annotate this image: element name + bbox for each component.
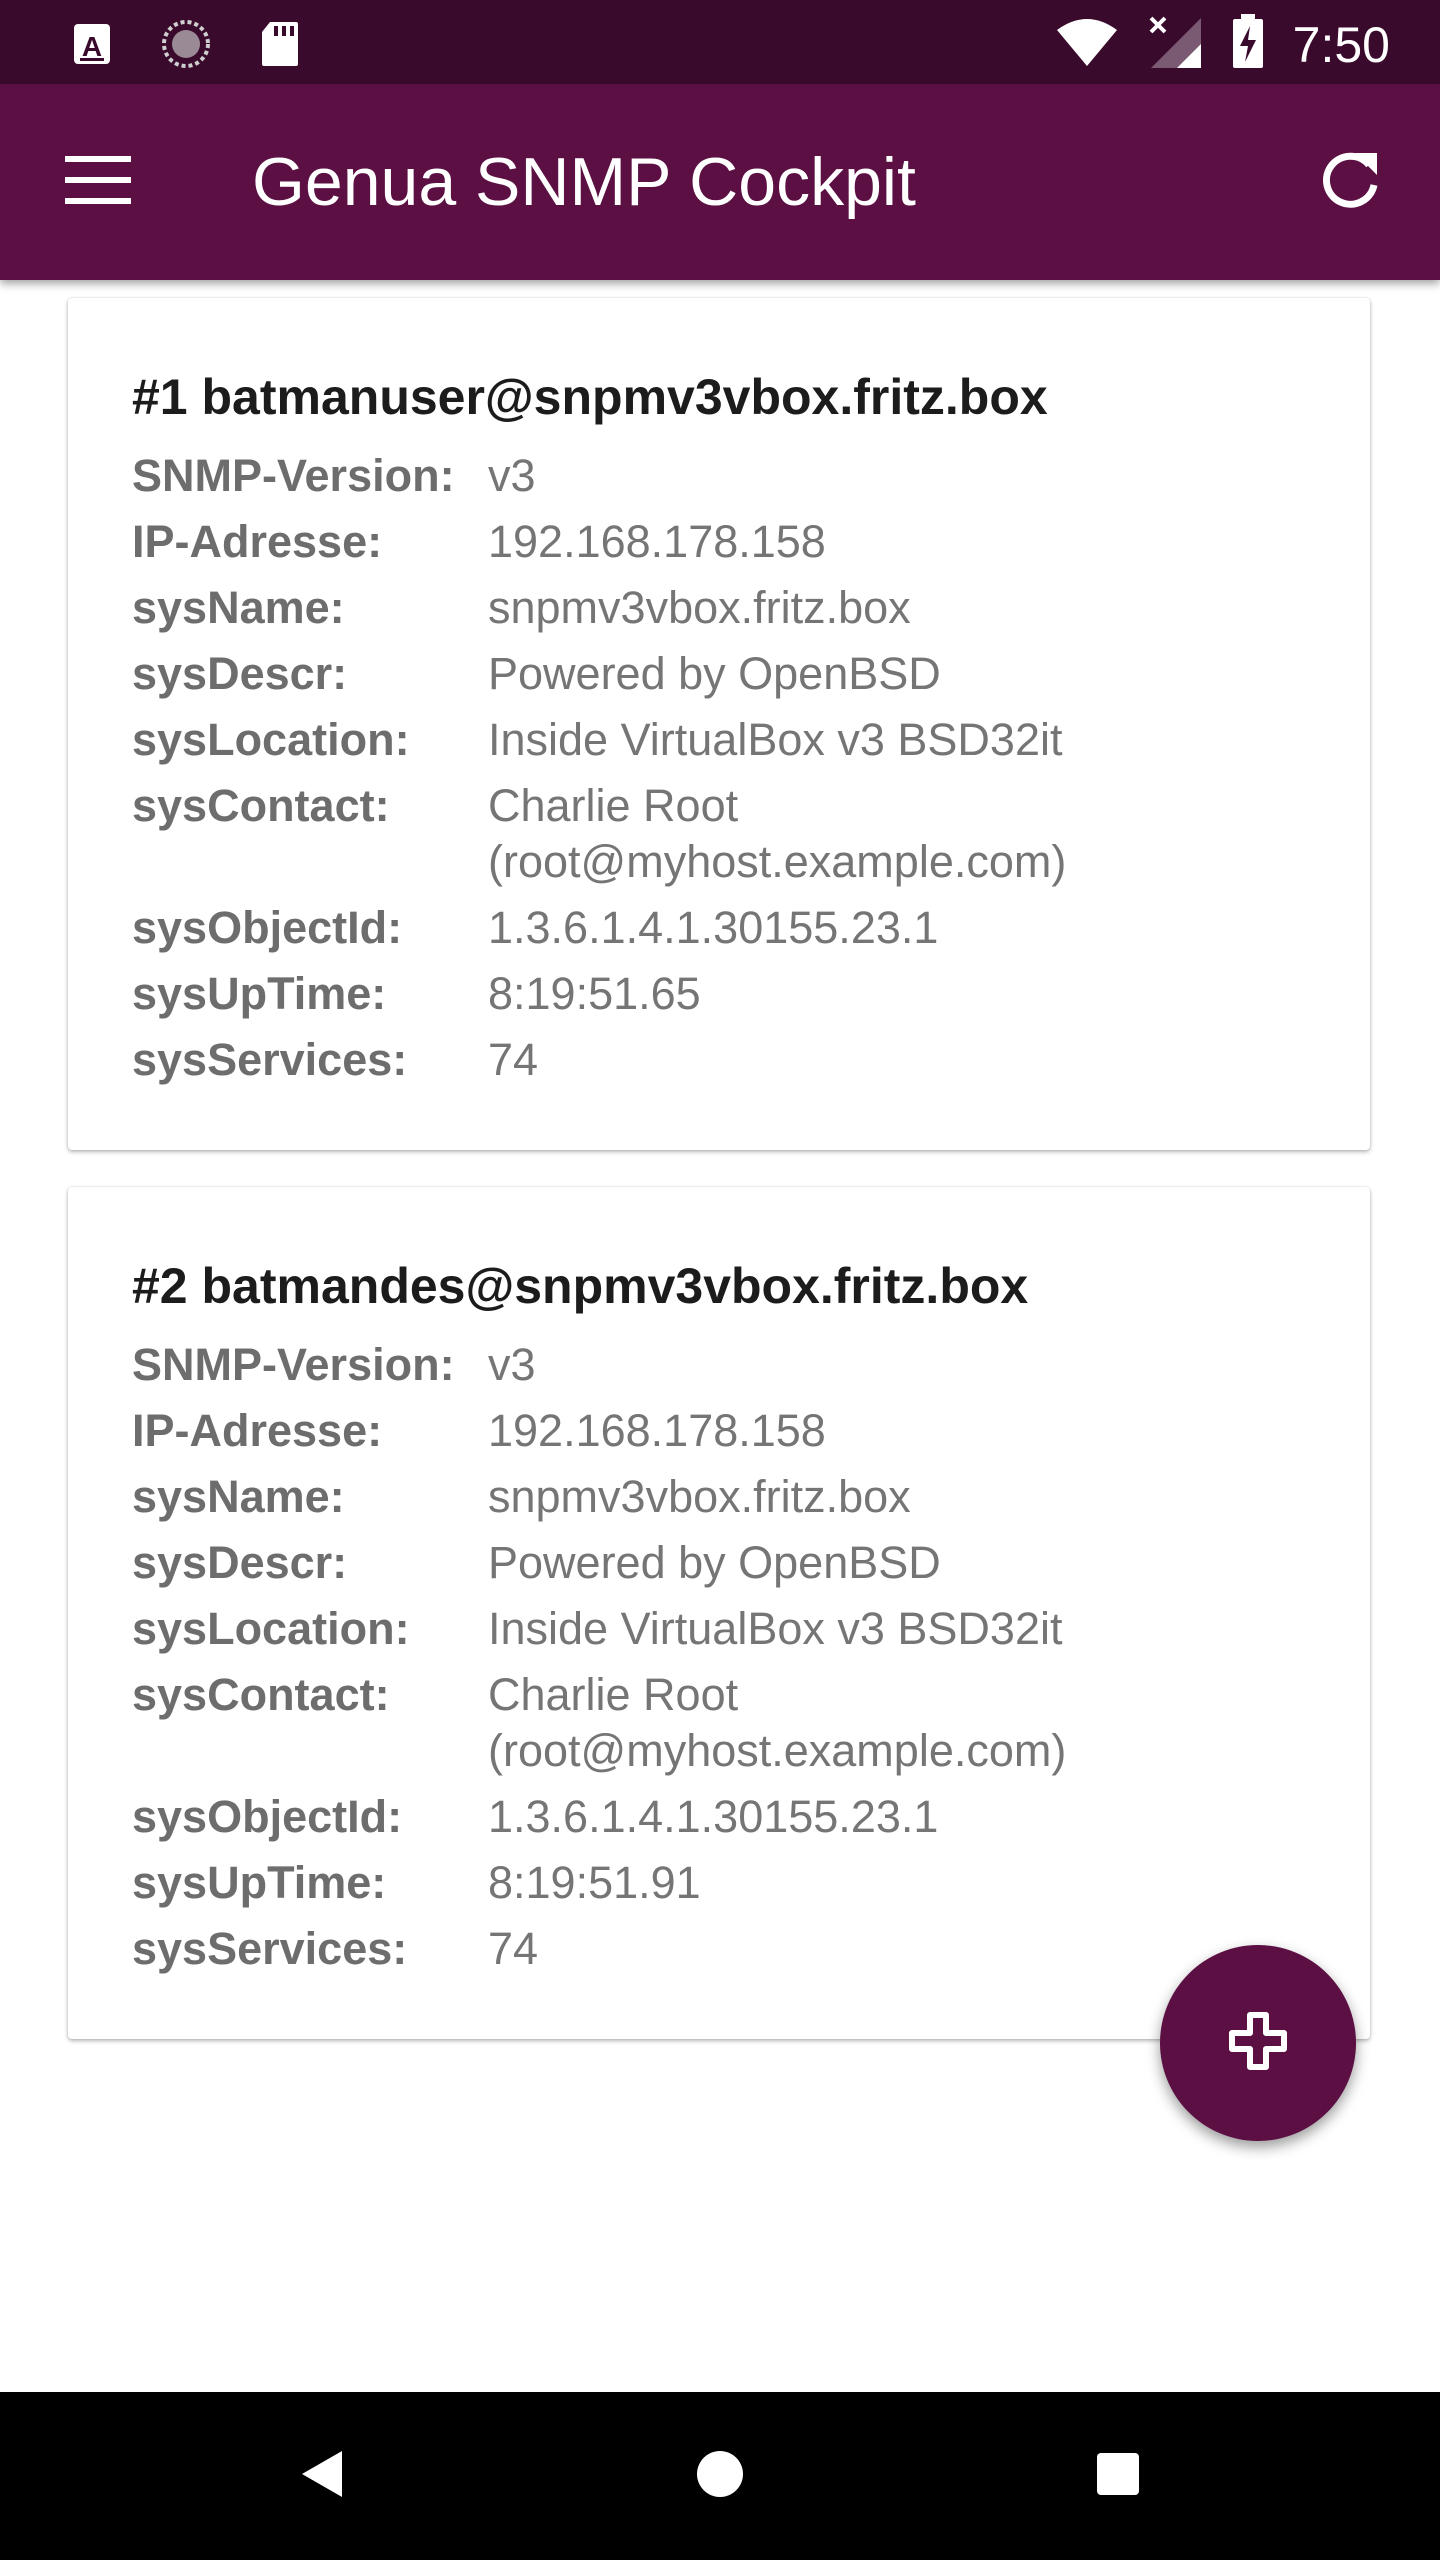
detail-value: Powered by OpenBSD [488, 648, 941, 699]
detail-label: IP-Adresse: [132, 516, 383, 567]
detail-label: sysDescr: [132, 648, 348, 699]
device-details: SNMP-Version: v3 IP-Adresse: 192.168.178… [132, 1337, 1312, 1987]
refresh-button[interactable] [1300, 132, 1400, 232]
detail-label: sysUpTime: [132, 1857, 387, 1908]
screen: A 7:50 Genua SNMP Cockpit #1 batmanuser@… [0, 0, 1440, 2560]
detail-value: Inside VirtualBox v3 BSD32it [488, 714, 1063, 765]
detail-label: sysContact: [132, 780, 390, 831]
detail-row-ip-address: IP-Adresse: 192.168.178.158 [132, 514, 1312, 570]
detail-row-sysname: sysName: snpmv3vbox.fritz.box [132, 1469, 1312, 1525]
detail-row-syscontact: sysContact: Charlie Root (root@myhost.ex… [132, 778, 1312, 890]
add-device-button[interactable] [1160, 1945, 1356, 2141]
app-bar: Genua SNMP Cockpit [0, 84, 1440, 280]
battery-charging-icon [1231, 14, 1265, 75]
device-card[interactable]: #2 batmandes@snpmv3vbox.fritz.box SNMP-V… [68, 1187, 1370, 2039]
detail-row-sysuptime: sysUpTime: 8:19:51.65 [132, 966, 1312, 1022]
status-time: 7:50 [1292, 16, 1390, 73]
detail-value: 74 [488, 1034, 539, 1085]
detail-row-sysdescr: sysDescr: Powered by OpenBSD [132, 646, 1312, 702]
detail-value: snpmv3vbox.fritz.box [488, 582, 911, 633]
device-card[interactable]: #1 batmanuser@snpmv3vbox.fritz.box SNMP-… [68, 298, 1370, 1150]
detail-value: 1.3.6.1.4.1.30155.23.1 [488, 1791, 939, 1842]
detail-value: 8:19:51.91 [488, 1857, 701, 1908]
recents-icon [1096, 2452, 1140, 2501]
back-icon [300, 2449, 344, 2504]
detail-value: v3 [488, 1339, 536, 1390]
app-title: Genua SNMP Cockpit [252, 144, 916, 220]
detail-row-sysuptime: sysUpTime: 8:19:51.91 [132, 1855, 1312, 1911]
device-title: #1 batmanuser@snpmv3vbox.fritz.box [132, 369, 1048, 425]
detail-value: snpmv3vbox.fritz.box [488, 1471, 911, 1522]
detail-label: sysLocation: [132, 1603, 410, 1654]
detail-row-sysobjectid: sysObjectId: 1.3.6.1.4.1.30155.23.1 [132, 900, 1312, 956]
refresh-icon [1319, 149, 1381, 216]
detail-value: v3 [488, 450, 536, 501]
hamburger-menu-icon [65, 155, 131, 209]
back-button[interactable] [282, 2436, 362, 2516]
recents-button[interactable] [1078, 2436, 1158, 2516]
sync-icon [160, 18, 212, 75]
detail-label: SNMP-Version: [132, 450, 455, 501]
a-notification-icon: A [72, 22, 112, 71]
detail-row-sysservices: sysServices: 74 [132, 1921, 1312, 1977]
svg-text:A: A [82, 31, 102, 62]
detail-row-ip-address: IP-Adresse: 192.168.178.158 [132, 1403, 1312, 1459]
detail-label: sysServices: [132, 1034, 408, 1085]
detail-row-syslocation: sysLocation: Inside VirtualBox v3 BSD32i… [132, 712, 1312, 768]
detail-label: sysServices: [132, 1923, 408, 1974]
detail-label: sysDescr: [132, 1537, 348, 1588]
device-title: #2 batmandes@snpmv3vbox.fritz.box [132, 1258, 1029, 1314]
detail-value: 192.168.178.158 [488, 1405, 826, 1456]
detail-label: IP-Adresse: [132, 1405, 383, 1456]
detail-label: sysContact: [132, 1669, 390, 1720]
detail-value: Charlie Root (root@myhost.example.com) [488, 780, 1067, 887]
detail-label: sysName: [132, 1471, 345, 1522]
detail-label: SNMP-Version: [132, 1339, 455, 1390]
detail-value: 74 [488, 1923, 539, 1974]
detail-row-sysdescr: sysDescr: Powered by OpenBSD [132, 1535, 1312, 1591]
detail-row-sysobjectid: sysObjectId: 1.3.6.1.4.1.30155.23.1 [132, 1789, 1312, 1845]
home-icon [696, 2450, 744, 2503]
detail-label: sysObjectId: [132, 902, 403, 953]
detail-label: sysUpTime: [132, 968, 387, 1019]
detail-value: 8:19:51.65 [488, 968, 701, 1019]
cellular-no-signal-icon [1147, 14, 1203, 75]
detail-value: Inside VirtualBox v3 BSD32it [488, 1603, 1063, 1654]
detail-label: sysName: [132, 582, 345, 633]
detail-row-snmp-version: SNMP-Version: v3 [132, 448, 1312, 504]
plus-icon [1228, 2011, 1288, 2076]
wifi-icon [1055, 16, 1119, 73]
detail-value: 192.168.178.158 [488, 516, 826, 567]
detail-row-sysname: sysName: snpmv3vbox.fritz.box [132, 580, 1312, 636]
detail-value: 1.3.6.1.4.1.30155.23.1 [488, 902, 939, 953]
device-details: SNMP-Version: v3 IP-Adresse: 192.168.178… [132, 448, 1312, 1098]
detail-label: sysObjectId: [132, 1791, 403, 1842]
menu-button[interactable] [50, 140, 146, 224]
status-bar: A 7:50 [0, 0, 1440, 84]
home-button[interactable] [680, 2436, 760, 2516]
detail-value: Powered by OpenBSD [488, 1537, 941, 1588]
detail-row-sysservices: sysServices: 74 [132, 1032, 1312, 1088]
navigation-bar [0, 2392, 1440, 2560]
status-system: 7:50 [1055, 14, 1390, 75]
detail-row-syscontact: sysContact: Charlie Root (root@myhost.ex… [132, 1667, 1312, 1779]
sd-card-icon [260, 20, 300, 73]
detail-row-syslocation: sysLocation: Inside VirtualBox v3 BSD32i… [132, 1601, 1312, 1657]
detail-label: sysLocation: [132, 714, 410, 765]
detail-value: Charlie Root (root@myhost.example.com) [488, 1669, 1067, 1776]
detail-row-snmp-version: SNMP-Version: v3 [132, 1337, 1312, 1393]
status-notifications: A [72, 18, 300, 75]
